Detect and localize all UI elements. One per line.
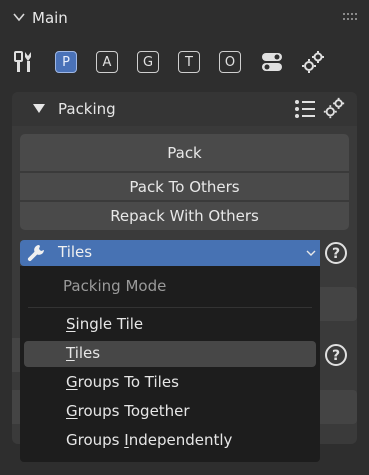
menu-separator	[28, 307, 312, 308]
svg-text:?: ?	[332, 246, 340, 262]
background-field	[320, 390, 357, 424]
tab-settings[interactable]	[300, 49, 326, 75]
tab-p[interactable]: P	[55, 51, 77, 73]
tab-o[interactable]: O	[219, 51, 241, 73]
tab-toggle[interactable]	[259, 49, 285, 75]
triangle-down-icon	[33, 104, 45, 113]
gears-icon	[302, 51, 324, 73]
main-panel-header[interactable]: Main	[0, 0, 369, 38]
dropdown-value: Tiles	[58, 243, 93, 261]
packing-panel-title: Packing	[58, 100, 116, 118]
packing-mode-dropdown[interactable]: Tiles	[20, 240, 320, 266]
menu-item-single-tile[interactable]: Single Tile	[24, 312, 316, 338]
menu-title: Packing Mode	[63, 277, 167, 295]
toggle-icon	[262, 53, 282, 71]
pack-button[interactable]: Pack	[20, 134, 349, 172]
tab-a[interactable]: A	[96, 51, 118, 73]
presets-list-icon[interactable]	[294, 98, 316, 120]
help-icon[interactable]: ?	[324, 241, 348, 265]
tab-g[interactable]: G	[137, 51, 159, 73]
wrench-icon	[27, 245, 44, 262]
menu-item-groups-together[interactable]: Groups Together	[24, 399, 316, 425]
background-field	[320, 287, 357, 321]
help-icon[interactable]: ?	[324, 343, 348, 367]
tab-tools[interactable]	[12, 49, 38, 75]
menu-item-groups-independently[interactable]: Groups Independently	[24, 428, 316, 454]
chevron-down-icon	[306, 250, 316, 256]
chevron-down-icon	[13, 13, 25, 22]
tab-t[interactable]: T	[178, 51, 200, 73]
repack-with-others-button[interactable]: Repack With Others	[20, 202, 349, 230]
drag-grip-icon[interactable]	[343, 13, 357, 21]
pack-to-others-button[interactable]: Pack To Others	[20, 173, 349, 201]
menu-item-groups-to-tiles[interactable]: Groups To Tiles	[24, 370, 316, 396]
tools-icon	[14, 51, 31, 72]
menu-item-tiles[interactable]: Tiles	[24, 341, 316, 367]
main-panel-title: Main	[32, 9, 68, 27]
svg-text:?: ?	[332, 348, 340, 364]
gears-settings-icon[interactable]	[322, 96, 346, 120]
